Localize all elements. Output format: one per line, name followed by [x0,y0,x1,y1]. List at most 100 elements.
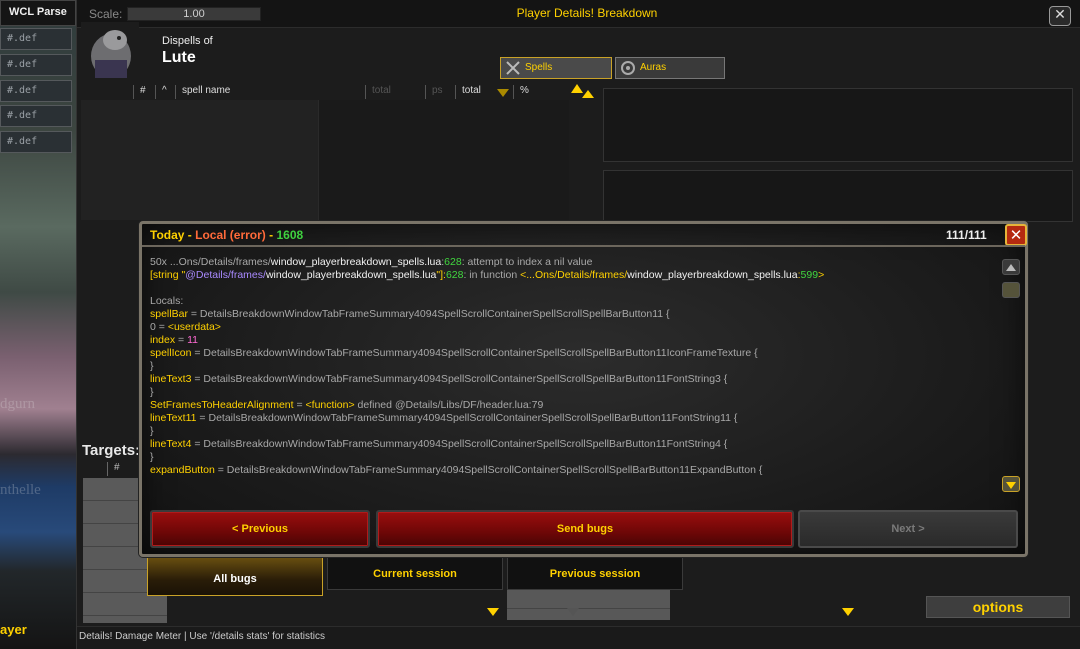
wcl-def-row[interactable]: #.def [0,80,72,102]
spell-detail-panel [603,88,1073,162]
window-title: Player Details! Breakdown [516,6,658,20]
crossed-swords-icon [506,61,520,75]
tab-all-bugs[interactable]: All bugs [147,556,323,596]
var-value: = DetailsBreakdownWindowTabFrameSummary4… [196,412,738,424]
title-today: Today [150,228,185,242]
var-value: = DetailsBreakdownWindowTabFrameSummary4… [187,308,670,320]
var-defined: defined @Details/Libs/DF/header.lua:79 [354,399,544,411]
scroll-up-arrow-icon[interactable] [582,90,594,98]
local-var-line: lineText4 = DetailsBreakdownWindowTabFra… [150,438,998,451]
stack-prefix: [string " [150,269,186,281]
error-path: 50x ...Ons/Details/frames/ [150,256,271,268]
session-list [507,590,670,620]
spell-list-background [319,100,569,220]
sort-descending-icon [497,89,509,97]
dialog-divider [142,245,1025,247]
error-text[interactable]: 50x ...Ons/Details/frames/window_playerb… [150,256,998,496]
var-eq: = [175,334,188,346]
column-header-faded: total [365,85,391,99]
dialog-title: Today - Local (error) - 1608 [150,228,303,242]
tab-current-session[interactable]: Current session [327,556,503,590]
local-var-line: lineText11 = DetailsBreakdownWindowTabFr… [150,412,998,425]
column-header-sort[interactable]: ^ [155,85,167,99]
wcl-def-row[interactable]: #.def [0,54,72,76]
scroll-top-button[interactable] [1002,259,1020,275]
var-name: SetFramesToHeaderAlignment [150,399,294,411]
error-line-number: 628 [444,256,462,268]
var-eq: = [293,399,306,411]
send-bugs-button[interactable]: Send bugs [376,510,794,548]
var-name: spellBar [150,308,188,320]
column-header-percent[interactable]: % [513,85,529,99]
scroll-thumb[interactable] [1002,282,1020,298]
breakdown-subtitle: Dispells of [162,35,213,47]
local-var-line: SetFramesToHeaderAlignment = <function> … [150,399,998,412]
local-var-line: spellIcon = DetailsBreakdownWindowTabFra… [150,347,998,360]
scroll-down-icon [1006,482,1016,489]
error-file: window_playerbreakdown_spells.lua [270,256,442,268]
var-value: 11 [187,334,198,346]
tab-spells[interactable]: Spells [500,57,612,79]
column-header-spell-name[interactable]: spell name [175,85,230,99]
tab-label: Auras [640,62,667,73]
wcl-parse-title: WCL Parse [0,0,76,26]
var-name: lineText4 [150,438,192,450]
stack-line: [string "@Details/frames/window_playerbr… [150,269,998,282]
error-dialog: Today - Local (error) - 1608 111/111 ✕ 5… [139,221,1028,557]
var-eq: = [155,321,168,333]
stack-line-number: 628 [445,269,464,281]
locals-label: Locals: [150,295,184,307]
tab-label: Spells [525,62,553,73]
var-value: = DetailsBreakdownWindowTabFrameSummary4… [191,438,728,450]
tab-previous-session[interactable]: Previous session [507,556,683,590]
wcl-def-row[interactable]: #.def [0,105,72,127]
next-button[interactable]: Next > [798,510,1018,548]
scale-label: Scale: [89,7,123,21]
brace-line: } [150,360,154,372]
stack-text: : in function [463,269,521,281]
stack-func-path: <...Ons/Details/frames/ [520,269,628,281]
player-name: Lute [162,49,196,66]
var-name: index [150,334,176,346]
error-counter: 111/111 [946,228,987,242]
spell-table-header: # ^ spell name total ps total % [81,82,571,100]
var-value: = DetailsBreakdownWindowTabFrameSummary4… [191,347,758,359]
var-value: <function> [305,399,355,411]
local-var-line: index = 11 [150,334,998,347]
stack-file: window_playerbreakdown_spells.lua [265,269,437,281]
player-label: ayer [0,622,27,637]
var-value: = DetailsBreakdownWindowTabFrameSummary4… [191,373,728,385]
brace-line: } [150,386,154,398]
title-separator: - [265,228,277,242]
spell-detail-panel [603,170,1073,222]
targets-label: Targets: [82,442,141,459]
scroll-bottom-button[interactable] [1002,476,1020,492]
var-name: expandButton [150,464,215,476]
var-name: lineText3 [150,373,192,385]
error-line: 50x ...Ons/Details/frames/window_playerb… [150,256,998,269]
scale-slider[interactable]: 1.00 [127,7,261,21]
wcl-def-row[interactable]: #.def [0,131,72,153]
column-header-total[interactable]: total [455,85,481,99]
wcl-def-row[interactable]: #.def [0,28,72,50]
tab-auras[interactable]: Auras [615,57,725,79]
local-var-line: lineText3 = DetailsBreakdownWindowTabFra… [150,373,998,386]
close-window-button[interactable]: ✕ [1049,6,1071,26]
title-separator: - [184,228,196,242]
var-value: = DetailsBreakdownWindowTabFrameSummary4… [214,464,763,476]
scroll-down-arrow-icon[interactable] [487,608,499,616]
scroll-down-arrow-icon[interactable] [842,608,854,616]
close-dialog-button[interactable]: ✕ [1005,224,1027,246]
local-var-line: 0 = <userdata> [150,321,998,334]
scroll-down-arrow-icon[interactable] [567,608,579,616]
stack-path: @Details/frames/ [185,269,266,281]
stack-close: > [818,269,825,281]
column-header-rank[interactable]: # [133,85,146,99]
background-nameplate: dgurn [0,396,35,412]
options-button[interactable]: options [926,596,1070,618]
aura-icon [621,61,635,75]
spell-list [81,100,319,220]
player-portrait [81,22,139,80]
previous-button[interactable]: < Previous [150,510,370,548]
